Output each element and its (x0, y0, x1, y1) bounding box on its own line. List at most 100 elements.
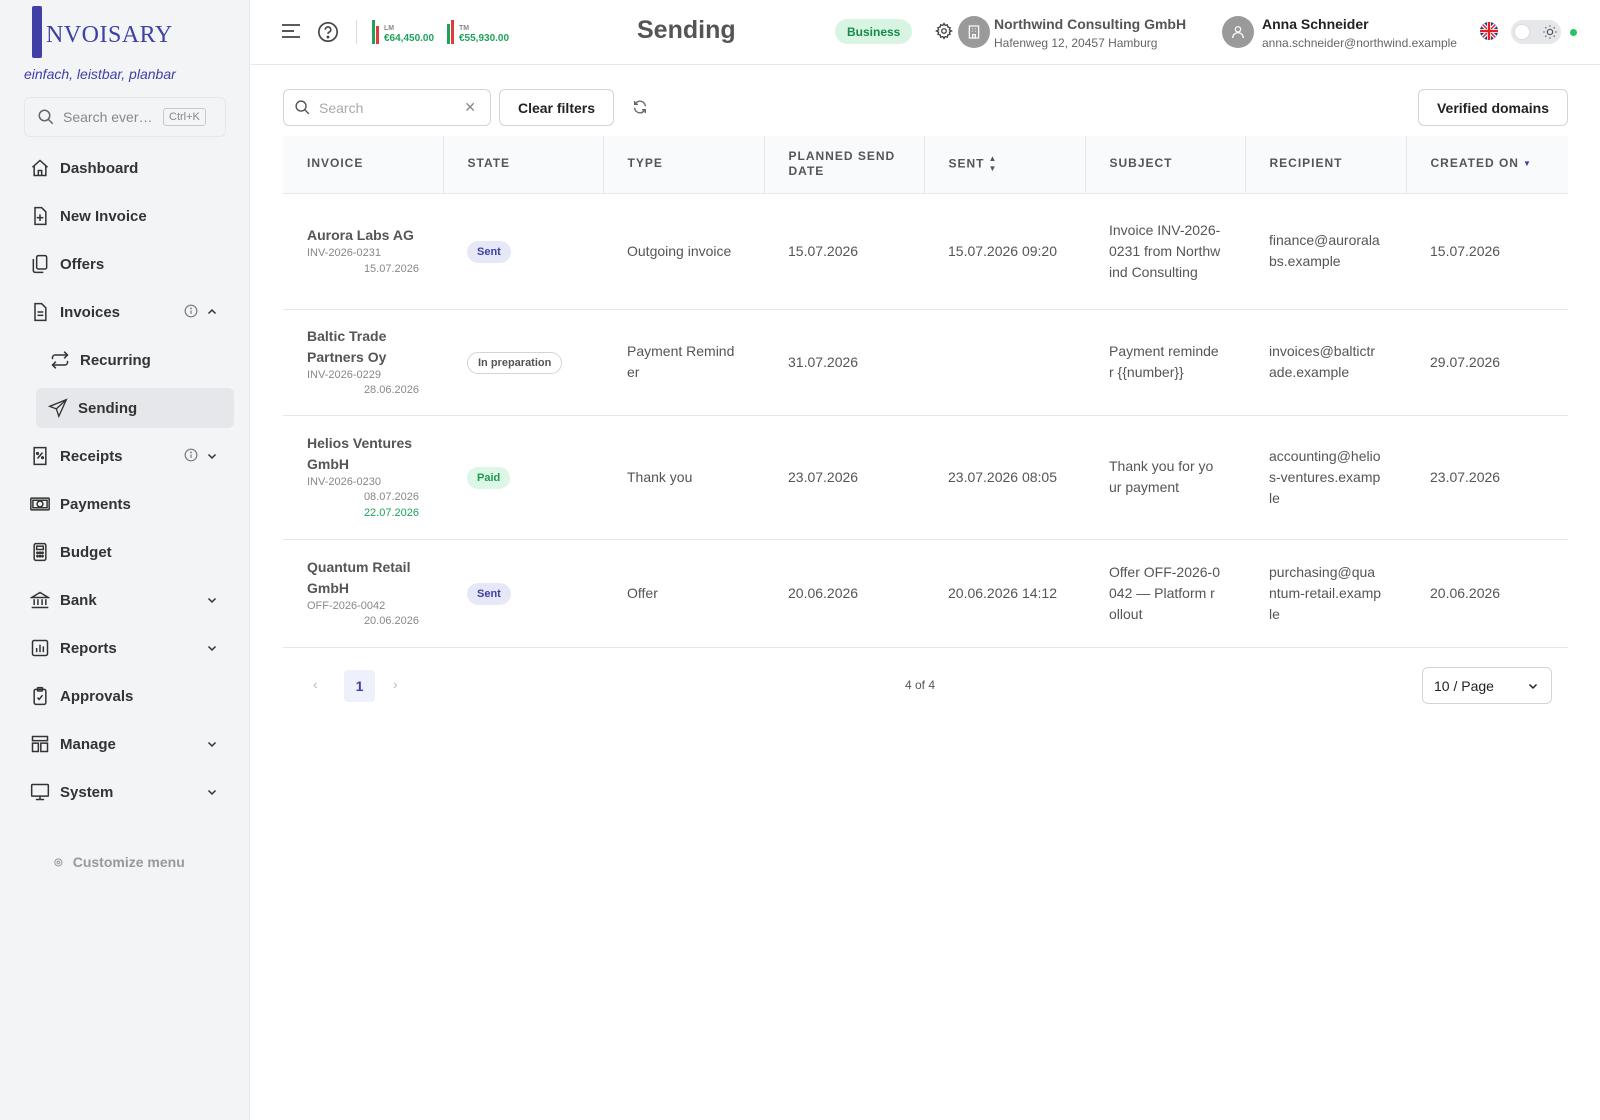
info-icon[interactable] (184, 304, 198, 323)
invoice-client[interactable]: Aurora Labs AG (307, 225, 419, 246)
sidebar-item-label: New Invoice (60, 207, 147, 225)
monitor-icon (30, 782, 50, 802)
receipt-icon (30, 446, 50, 466)
chevron-up-icon[interactable] (206, 305, 218, 323)
sidebar-item-reports[interactable]: Reports (0, 624, 250, 672)
clear-search-icon[interactable]: ✕ (464, 99, 476, 116)
column-header-state[interactable]: STATE (443, 136, 604, 194)
sent-cell: 23.07.2026 08:05 (924, 415, 1085, 540)
sidebar-item-label: Reports (60, 639, 117, 657)
planned-date-cell: 23.07.2026 (764, 415, 924, 540)
sidebar-item-invoices[interactable]: Invoices (0, 288, 250, 336)
sidebar-item-bank[interactable]: Bank (0, 576, 250, 624)
column-header-recipient[interactable]: RECIPIENT (1245, 136, 1407, 194)
sidebar-item-new-invoice[interactable]: New Invoice (0, 192, 250, 240)
sidebar-item-approvals[interactable]: Approvals (0, 672, 250, 720)
user-email: anna.schneider@northwind.example (1262, 36, 1457, 50)
theme-toggle[interactable] (1511, 20, 1561, 44)
search-icon (295, 100, 310, 115)
sidebar-item-label: Budget (60, 543, 112, 561)
sidebar-item-sending[interactable]: Sending (36, 388, 234, 428)
next-page-icon[interactable]: › (393, 676, 398, 692)
invoice-number: INV-2026-0230 (307, 475, 381, 488)
recipient-cell: purchasing@quantum-retail.example (1245, 539, 1406, 648)
top-header: LM €64,450.00 TM €55,930.00 Sending Busi… (251, 0, 1600, 65)
sidebar-item-system[interactable]: System (0, 768, 250, 816)
sidebar-item-offers[interactable]: Offers (0, 240, 250, 288)
page-size-select[interactable]: 10 / Page (1422, 667, 1552, 704)
info-icon[interactable] (184, 448, 198, 467)
sent-cell (924, 309, 1085, 416)
table-header-row: INVOICE STATE TYPE PLANNED SEND DATE SEN… (283, 136, 1568, 194)
customize-menu-label: Customize menu (72, 854, 185, 870)
sent-cell: 20.06.2026 14:12 (924, 539, 1085, 648)
invoice-client[interactable]: Quantum Retail GmbH (307, 557, 419, 599)
logo-text: NVOISARY (46, 21, 173, 48)
column-header-created-on[interactable]: CREATED ON ▼ (1406, 136, 1568, 194)
chevron-down-icon[interactable] (206, 737, 218, 755)
uk-flag-icon[interactable] (1480, 22, 1498, 40)
column-header-invoice[interactable]: INVOICE (283, 136, 444, 194)
company-name[interactable]: Northwind Consulting GmbH (994, 16, 1186, 32)
kpi-value: €55,930.00 (459, 33, 510, 44)
customize-menu-button[interactable]: ◎ Customize menu (54, 854, 185, 870)
kpi-last-month[interactable]: LM €64,450.00 (372, 18, 434, 44)
invoice-client[interactable]: Baltic Trade Partners Oy (307, 326, 419, 368)
planned-date-cell: 31.07.2026 (764, 309, 924, 416)
sidebar-item-dashboard[interactable]: Dashboard (0, 144, 250, 192)
subject-cell: Thank you for your payment (1085, 415, 1245, 540)
user-avatar[interactable] (1222, 16, 1254, 48)
calculator-icon (30, 542, 50, 562)
subject-cell: Invoice INV-2026-0231 from Northwind Con… (1085, 193, 1245, 310)
page-button[interactable]: 1 (344, 670, 375, 702)
invoice-date: 08.07.2026 (363, 491, 419, 504)
clear-filters-button[interactable]: Clear filters (499, 89, 614, 126)
help-icon[interactable] (317, 21, 339, 48)
column-header-subject[interactable]: SUBJECT (1085, 136, 1246, 194)
kpi-this-month[interactable]: TM €55,930.00 (447, 18, 509, 44)
column-header-planned-send-date[interactable]: PLANNED SEND DATE (764, 136, 925, 194)
sidebar-item-manage[interactable]: Manage (0, 720, 250, 768)
planned-date-cell: 20.06.2026 (764, 539, 924, 648)
sort-icon[interactable]: ▲ ▼ (989, 154, 998, 175)
column-header-sent[interactable]: SENT ▲ ▼ (924, 136, 1086, 194)
global-search-placeholder: Search ever… (63, 109, 153, 125)
status-badge: Paid (467, 466, 511, 489)
table-row[interactable]: Quantum Retail GmbH OFF-2026-0042 20.06.… (283, 539, 1568, 648)
file-plus-icon (30, 206, 50, 226)
gear-icon[interactable] (935, 22, 953, 45)
user-name[interactable]: Anna Schneider (1262, 16, 1369, 32)
toggle-knob (1514, 24, 1530, 40)
chevron-down-icon[interactable] (206, 593, 218, 611)
chevron-down-icon[interactable] (206, 641, 218, 659)
send-icon (48, 398, 68, 419)
sidebar-item-budget[interactable]: Budget (0, 528, 250, 576)
table-row[interactable]: Baltic Trade Partners Oy INV-2026-0229 2… (283, 309, 1568, 416)
table-row[interactable]: Aurora Labs AG INV-2026-0231 15.07.2026 … (283, 193, 1568, 310)
previous-page-icon[interactable]: ‹ (313, 676, 318, 692)
invoice-client[interactable]: Helios Ventures GmbH (307, 433, 419, 475)
copy-icon (30, 254, 50, 274)
app-logo[interactable]: NVOISARY (32, 6, 173, 58)
chevron-down-icon[interactable] (206, 449, 218, 467)
table-search[interactable]: ✕ (283, 89, 491, 126)
refresh-icon[interactable] (632, 99, 648, 120)
search-input[interactable] (319, 99, 449, 116)
sidebar-item-recurring[interactable]: Recurring (0, 336, 250, 384)
column-header-label: STATE (467, 156, 511, 171)
company-avatar[interactable] (958, 16, 990, 48)
column-header-label: PLANNED SEND DATE (788, 148, 896, 179)
building-icon (968, 25, 980, 39)
sidebar-item-label: Sending (78, 399, 138, 417)
table-row[interactable]: Helios Ventures GmbH INV-2026-0230 08.07… (283, 415, 1568, 540)
sidebar-item-payments[interactable]: Payments (0, 480, 250, 528)
column-header-type[interactable]: TYPE (603, 136, 765, 194)
sort-desc-icon[interactable]: ▼ (1523, 159, 1532, 169)
verified-domains-button[interactable]: Verified domains (1418, 89, 1568, 126)
menu-toggle-icon[interactable] (281, 22, 301, 45)
sidebar-item-receipts[interactable]: Receipts (0, 432, 250, 480)
chevron-down-icon[interactable] (206, 785, 218, 803)
sun-icon (1543, 25, 1557, 39)
global-search[interactable]: Search ever… Ctrl+K (24, 97, 226, 137)
logo-mark (32, 6, 42, 58)
